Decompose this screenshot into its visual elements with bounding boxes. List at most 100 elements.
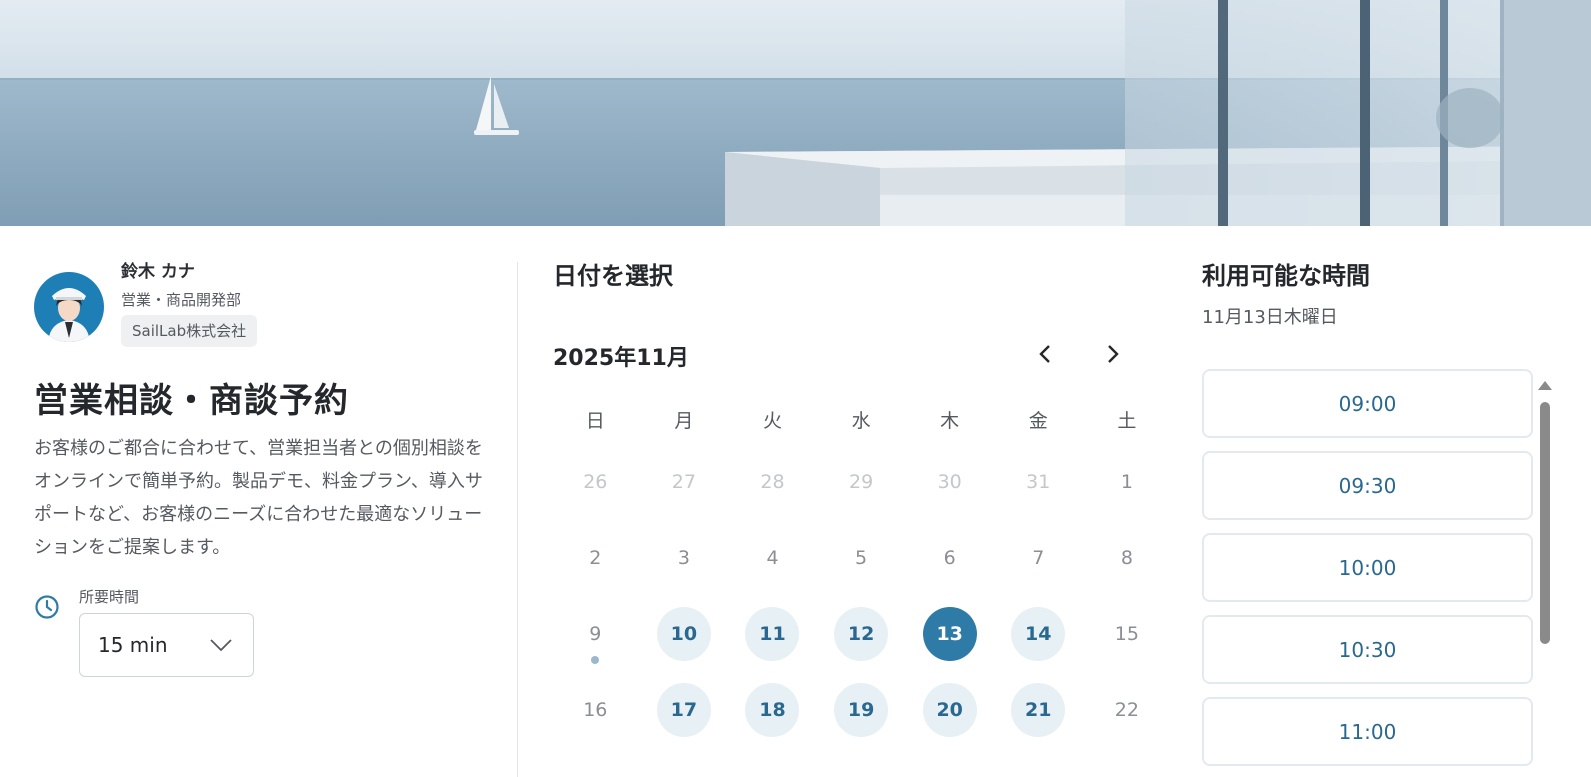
- weekday-label: 水: [851, 410, 871, 432]
- calendar-day: 22: [1114, 699, 1139, 721]
- calendar-heading: 日付を選択: [553, 262, 673, 290]
- host-department: 営業・商品開発部: [121, 291, 242, 309]
- calendar-day-available[interactable]: 14: [1011, 607, 1066, 661]
- weekday-label: 金: [1028, 410, 1048, 432]
- calendar-day-available[interactable]: 19: [834, 683, 889, 737]
- event-description: お客様のご都合に合わせて、営業担当者との個別相談をオンラインで簡単予約。製品デモ…: [34, 438, 483, 558]
- calendar-day-available[interactable]: 17: [656, 683, 711, 737]
- month-nav-buttons: [1029, 340, 1129, 372]
- calendar-day-cell: 9: [551, 603, 640, 679]
- calendar-day-cell: 20: [905, 679, 994, 755]
- calendar-day: 6: [943, 547, 956, 569]
- calendar-day: 16: [583, 699, 608, 721]
- time-slot-button[interactable]: 09:00: [1202, 369, 1533, 438]
- calendar-day-cell: 4: [728, 527, 817, 603]
- calendar-day-available[interactable]: 12: [834, 607, 889, 661]
- host-name: 鈴木 カナ: [121, 262, 195, 282]
- next-month-button[interactable]: [1097, 340, 1129, 372]
- calendar-day-cell: 26: [551, 451, 640, 527]
- calendar-day: 5: [855, 547, 868, 569]
- host-profile: 鈴木 カナ 営業・商品開発部 SailLab株式会社: [34, 258, 484, 347]
- time-slot-button[interactable]: 10:30: [1202, 615, 1533, 684]
- selected-date-label: 11月13日木曜日: [1202, 307, 1338, 328]
- calendar-day: 9: [589, 623, 602, 645]
- hero-banner-image: [0, 0, 1591, 226]
- calendar-day: 30: [937, 471, 962, 493]
- time-slot-panel: 利用可能な時間 11月13日木曜日 09:00 09:30 10:00 10:30 11…: [1202, 258, 1562, 777]
- calendar-day-available[interactable]: 21: [1011, 683, 1066, 737]
- calendar-day-cell: 31: [994, 451, 1083, 527]
- calendar-day-cell: 15: [1083, 603, 1172, 679]
- time-slot-list: 09:00 09:30 10:00 10:30 11:00: [1202, 369, 1562, 766]
- calendar-day-available[interactable]: 10: [656, 607, 711, 661]
- calendar-day: 31: [1026, 471, 1051, 493]
- time-slot-button[interactable]: 10:00: [1202, 533, 1533, 602]
- calendar-day-cell: 5: [817, 527, 906, 603]
- calendar-day-available[interactable]: 18: [745, 683, 800, 737]
- calendar-day: 27: [671, 471, 696, 493]
- calendar-day-selected[interactable]: 13: [922, 607, 977, 661]
- calendar-day-cell: 28: [728, 451, 817, 527]
- weekday-label: 土: [1117, 410, 1137, 432]
- calendar-day: 8: [1120, 547, 1133, 569]
- panel-divider: [517, 262, 518, 777]
- scroll-thumb[interactable]: [1540, 402, 1550, 644]
- calendar-day: 4: [766, 547, 779, 569]
- duration-select[interactable]: 15 min: [79, 613, 254, 677]
- weekday-label: 火: [762, 410, 782, 432]
- calendar-month-label: 2025年11月: [553, 346, 689, 371]
- calendar-day: 29: [848, 471, 874, 493]
- calendar-day-cell: 17: [640, 679, 729, 755]
- calendar-day-cell: 30: [905, 451, 994, 527]
- calendar-day-available[interactable]: 20: [922, 683, 977, 737]
- calendar-day-cell: 7: [994, 527, 1083, 603]
- calendar-day: 2: [589, 547, 602, 569]
- calendar-day-cell: 29: [817, 451, 906, 527]
- calendar-day-cell: 22: [1083, 679, 1172, 755]
- calendar-day-cell: 11: [728, 603, 817, 679]
- duration-body: 所要時間 15 min: [79, 586, 254, 677]
- scroll-up-arrow-icon[interactable]: [1538, 381, 1552, 390]
- company-badge: SailLab株式会社: [121, 315, 258, 347]
- calendar-day: 7: [1032, 547, 1045, 569]
- chevron-right-icon: [1106, 344, 1120, 368]
- calendar-day-cell: 27: [640, 451, 729, 527]
- calendar-day-cell: 8: [1083, 527, 1172, 603]
- calendar-day-cell: 18: [728, 679, 817, 755]
- time-slot-scrollbar[interactable]: [1538, 378, 1552, 777]
- prev-month-button[interactable]: [1029, 340, 1061, 372]
- calendar-day: 28: [760, 471, 785, 493]
- calendar-day-cell: 10: [640, 603, 729, 679]
- weekday-label: 木: [940, 410, 960, 432]
- calendar-day: 26: [583, 471, 608, 493]
- date-picker: 日付を選択 2025年11月 日月火水木金土 26 27 28 29 30 31 1 2 3 4 5…: [553, 258, 1143, 755]
- duration-label: 所要時間: [79, 588, 140, 606]
- chevron-left-icon: [1038, 344, 1052, 368]
- weekday-label: 日: [585, 410, 605, 432]
- weekday-label: 月: [674, 410, 694, 432]
- event-title: 営業相談・商談予約: [34, 381, 349, 421]
- host-details: 鈴木 カナ 営業・商品開発部 SailLab株式会社: [121, 258, 258, 347]
- event-info-panel: 鈴木 カナ 営業・商品開発部 SailLab株式会社 営業相談・商談予約 お客様…: [34, 258, 484, 677]
- calendar-nav: 2025年11月: [553, 338, 1143, 374]
- calendar-day-cell: 13: [905, 603, 994, 679]
- calendar-day-cell: 14: [994, 603, 1083, 679]
- calendar-day-available[interactable]: 11: [745, 607, 800, 661]
- calendar-day-cell: 2: [551, 527, 640, 603]
- calendar-day-grid: 26 27 28 29 30 31 1 2 3 4 5 6 7 8 9 10 11 12 13 14 15 16 17 18 1…: [551, 451, 1143, 755]
- time-slot-button[interactable]: 11:00: [1202, 697, 1533, 766]
- calendar-day-cell: 3: [640, 527, 729, 603]
- weekday-header-row: 日月火水木金土: [551, 406, 1143, 436]
- times-heading: 利用可能な時間: [1202, 262, 1370, 290]
- time-slot-button[interactable]: 09:30: [1202, 451, 1533, 520]
- today-indicator-dot: [591, 656, 600, 664]
- calendar-day: 1: [1120, 471, 1133, 493]
- chevron-down-icon: [209, 633, 233, 657]
- duration-value: 15 min: [98, 633, 168, 657]
- host-avatar: [34, 272, 104, 342]
- calendar-day: 3: [677, 547, 690, 569]
- calendar-day-cell: 6: [905, 527, 994, 603]
- calendar-day-cell: 1: [1083, 451, 1172, 527]
- calendar-day-cell: 12: [817, 603, 906, 679]
- duration-section: 所要時間 15 min: [34, 586, 484, 677]
